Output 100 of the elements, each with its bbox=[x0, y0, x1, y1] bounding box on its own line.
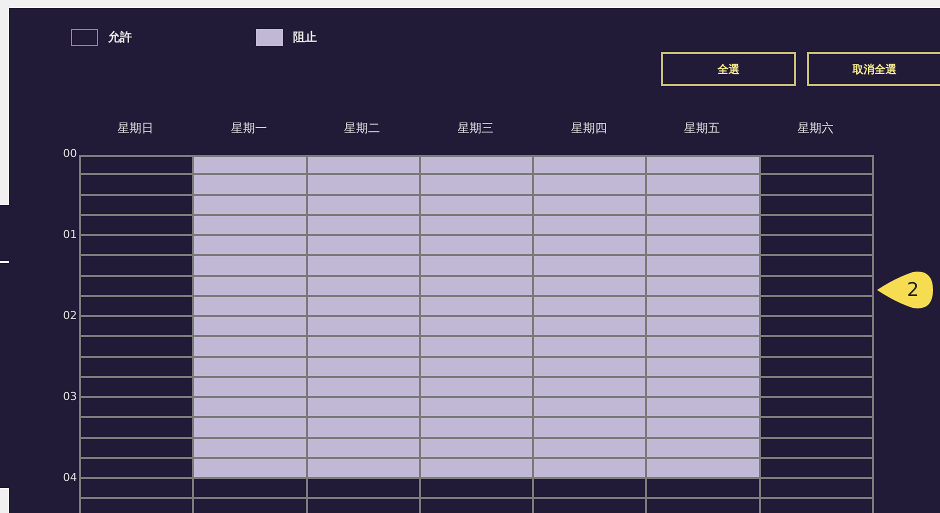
time-slot[interactable] bbox=[308, 337, 421, 358]
time-slot[interactable] bbox=[81, 479, 194, 500]
time-slot[interactable] bbox=[647, 479, 761, 500]
time-slot[interactable] bbox=[534, 157, 648, 176]
time-slot[interactable] bbox=[308, 458, 421, 479]
time-slot[interactable] bbox=[194, 458, 308, 479]
time-slot[interactable] bbox=[194, 236, 308, 256]
time-slot[interactable] bbox=[308, 358, 421, 378]
time-slot[interactable] bbox=[81, 438, 194, 459]
time-slot[interactable] bbox=[194, 358, 308, 378]
time-slot[interactable] bbox=[194, 479, 308, 500]
time-slot[interactable] bbox=[194, 296, 308, 317]
time-slot[interactable] bbox=[420, 276, 534, 297]
time-slot[interactable] bbox=[534, 175, 648, 196]
time-slot[interactable] bbox=[534, 337, 648, 358]
time-slot[interactable] bbox=[647, 256, 761, 276]
time-slot[interactable] bbox=[308, 157, 421, 176]
time-slot[interactable] bbox=[760, 296, 874, 317]
time-slot[interactable] bbox=[194, 418, 308, 438]
time-slot[interactable] bbox=[534, 196, 648, 216]
time-slot[interactable] bbox=[534, 458, 648, 479]
time-slot[interactable] bbox=[534, 378, 648, 398]
time-slot[interactable] bbox=[81, 196, 194, 216]
time-slot[interactable] bbox=[760, 378, 874, 398]
time-slot[interactable] bbox=[81, 317, 194, 338]
time-slot[interactable] bbox=[760, 458, 874, 479]
time-slot[interactable] bbox=[760, 157, 874, 176]
time-slot[interactable] bbox=[647, 358, 761, 378]
time-slot[interactable] bbox=[760, 358, 874, 378]
time-slot[interactable] bbox=[81, 358, 194, 378]
time-slot[interactable] bbox=[194, 175, 308, 196]
time-slot[interactable] bbox=[308, 479, 421, 500]
time-slot[interactable] bbox=[308, 196, 421, 216]
time-slot[interactable] bbox=[308, 378, 421, 398]
time-slot[interactable] bbox=[308, 216, 421, 236]
time-slot[interactable] bbox=[308, 175, 421, 196]
time-slot[interactable] bbox=[760, 276, 874, 297]
time-slot[interactable] bbox=[760, 337, 874, 358]
time-slot[interactable] bbox=[81, 458, 194, 479]
time-slot[interactable] bbox=[308, 418, 421, 438]
time-slot[interactable] bbox=[760, 317, 874, 338]
time-slot[interactable] bbox=[81, 216, 194, 236]
time-slot[interactable] bbox=[194, 157, 308, 176]
time-slot[interactable] bbox=[760, 236, 874, 256]
time-slot[interactable] bbox=[534, 276, 648, 297]
time-slot[interactable] bbox=[81, 256, 194, 276]
time-slot[interactable] bbox=[194, 256, 308, 276]
time-slot[interactable] bbox=[194, 378, 308, 398]
time-slot[interactable] bbox=[534, 398, 648, 418]
time-slot[interactable] bbox=[760, 438, 874, 459]
time-slot[interactable] bbox=[194, 216, 308, 236]
time-slot[interactable] bbox=[534, 438, 648, 459]
time-slot[interactable] bbox=[194, 398, 308, 418]
time-slot[interactable] bbox=[420, 196, 534, 216]
time-slot[interactable] bbox=[647, 296, 761, 317]
time-slot[interactable] bbox=[81, 157, 194, 176]
time-slot[interactable] bbox=[420, 175, 534, 196]
time-slot[interactable] bbox=[81, 236, 194, 256]
time-slot[interactable] bbox=[420, 358, 534, 378]
time-slot[interactable] bbox=[760, 196, 874, 216]
time-slot[interactable] bbox=[194, 337, 308, 358]
select-all-button[interactable]: 全選 bbox=[661, 52, 796, 86]
time-slot[interactable] bbox=[81, 378, 194, 398]
time-slot[interactable] bbox=[194, 317, 308, 338]
time-slot[interactable] bbox=[534, 236, 648, 256]
time-slot[interactable] bbox=[81, 418, 194, 438]
time-slot[interactable] bbox=[647, 438, 761, 459]
time-slot[interactable] bbox=[647, 236, 761, 256]
time-slot[interactable] bbox=[308, 398, 421, 418]
time-slot[interactable] bbox=[420, 236, 534, 256]
time-slot[interactable] bbox=[81, 337, 194, 358]
time-slot[interactable] bbox=[534, 296, 648, 317]
time-slot[interactable] bbox=[308, 438, 421, 459]
time-slot[interactable] bbox=[647, 196, 761, 216]
time-slot[interactable] bbox=[534, 479, 648, 500]
time-slot[interactable] bbox=[420, 398, 534, 418]
time-slot[interactable] bbox=[308, 236, 421, 256]
time-slot[interactable] bbox=[81, 175, 194, 196]
time-slot[interactable] bbox=[81, 296, 194, 317]
time-slot[interactable] bbox=[760, 398, 874, 418]
time-slot[interactable] bbox=[647, 175, 761, 196]
time-slot[interactable] bbox=[81, 398, 194, 418]
time-slot[interactable] bbox=[308, 296, 421, 317]
time-slot[interactable] bbox=[81, 276, 194, 297]
time-slot[interactable] bbox=[194, 196, 308, 216]
time-slot[interactable] bbox=[308, 256, 421, 276]
time-slot[interactable] bbox=[760, 216, 874, 236]
time-slot[interactable] bbox=[534, 418, 648, 438]
time-slot[interactable] bbox=[647, 458, 761, 479]
time-slot[interactable] bbox=[534, 216, 648, 236]
time-slot[interactable] bbox=[534, 358, 648, 378]
time-slot[interactable] bbox=[308, 276, 421, 297]
time-slot[interactable] bbox=[647, 378, 761, 398]
time-slot[interactable] bbox=[194, 438, 308, 459]
time-slot[interactable] bbox=[420, 317, 534, 338]
time-slot[interactable] bbox=[420, 438, 534, 459]
time-slot[interactable] bbox=[194, 276, 308, 297]
time-slot[interactable] bbox=[647, 276, 761, 297]
time-slot[interactable] bbox=[647, 418, 761, 438]
time-slot[interactable] bbox=[760, 175, 874, 196]
